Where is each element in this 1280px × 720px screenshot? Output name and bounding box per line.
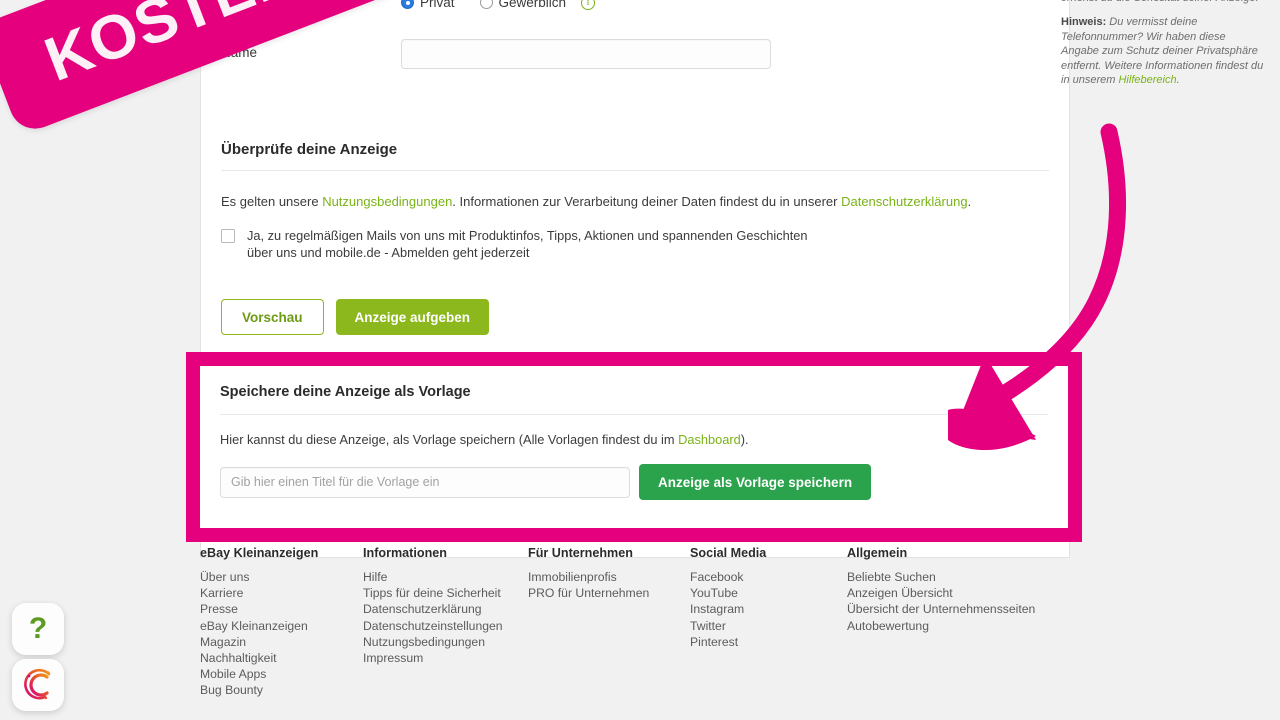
save-template-desc-prefix: Hier kannst du diese Anzeige, als Vorlag… [220,432,679,447]
footer-link[interactable]: Datenschutzerklärung [363,601,528,617]
footer-link[interactable]: YouTube [690,585,847,601]
footer-link[interactable]: eBay Kleinanzeigen [200,618,363,634]
footer-link[interactable]: Hilfe [363,569,528,585]
radio-option-privat[interactable]: Privat [401,0,455,10]
save-template-highlight-box: Speichere deine Anzeige als Vorlage Hier… [186,352,1082,542]
footer-column-4: Allgemein Beliebte Suchen Anzeigen Übers… [847,546,1035,699]
footer-link[interactable]: Impressum [363,650,528,666]
dashboard-link[interactable]: Dashboard [678,432,741,447]
review-section-heading: Überprüfe deine Anzeige [221,141,398,158]
save-template-button[interactable]: Anzeige als Vorlage speichern [639,464,872,500]
footer-link[interactable]: Tipps für deine Sicherheit [363,585,528,601]
newsletter-checkbox[interactable] [221,229,235,243]
footer-link[interactable]: Datenschutzeinstellungen [363,618,528,634]
footer-column-2: Für Unternehmen Immobilienprofis PRO für… [528,546,690,699]
footer-link[interactable]: PRO für Unternehmen [528,585,690,601]
footer-column-0-title: eBay Kleinanzeigen [200,546,319,560]
footer-link[interactable]: Magazin [200,634,363,650]
footer-link[interactable]: Über uns [200,569,363,585]
newsletter-optin-row[interactable]: Ja, zu regelmäßigen Mails von uns mit Pr… [221,211,1049,261]
footer-link[interactable]: Karriere [200,585,363,601]
help-fab-button[interactable]: ? [12,603,64,655]
footer-column-4-title: Allgemein [847,546,908,560]
template-title-placeholder: Gib hier einen Titel für die Vorlage ein [231,475,440,489]
footer-link[interactable]: Mobile Apps [200,666,363,682]
preview-button[interactable]: Vorschau [221,299,324,335]
note-paragraph: Hinweis: Du vermisst deine Telefonnummer… [1061,15,1266,88]
provider-type-radio-group[interactable]: Privat Gewerblich i [401,0,596,10]
footer-link[interactable]: Facebook [690,569,847,585]
action-button-row: Vorschau Anzeige aufgeben [221,261,1049,335]
terms-text: Es gelten unsere Nutzungsbedingungen. In… [221,171,1049,211]
note-label: Hinweis: [1061,16,1107,28]
hint-column: Tipp: Gib deinen Namen an, damit erhöhst… [1061,0,1266,98]
footer-link[interactable]: Beliebte Suchen [847,569,1035,585]
info-circle-icon[interactable]: i [581,0,596,10]
terms-suffix: . [967,194,972,209]
radio-privat-label: Privat [420,0,455,10]
note-end: . [1176,74,1180,86]
newsletter-optin-line1: Ja, zu regelmäßigen Mails von uns mit Pr… [247,228,808,243]
footer-link[interactable]: Twitter [690,618,847,634]
name-row: Name [221,15,1049,69]
footer-link[interactable]: Bug Bounty [200,682,363,698]
save-template-panel: Speichere deine Anzeige als Vorlage Hier… [200,366,1068,528]
terms-of-use-link[interactable]: Nutzungsbedingungen [322,194,452,209]
newsletter-optin-label: Ja, zu regelmäßigen Mails von uns mit Pr… [247,227,808,261]
footer-link[interactable]: Pinterest [690,634,847,650]
save-template-form: Gib hier einen Titel für die Vorlage ein… [220,447,1048,500]
site-footer: eBay Kleinanzeigen Über uns Karriere Pre… [200,546,1100,699]
submit-ad-button[interactable]: Anzeige aufgeben [335,299,490,335]
footer-link[interactable]: Nachhaltigkeit [200,650,363,666]
swirl-logo-icon [24,668,51,700]
tip-paragraph: Tipp: Gib deinen Namen an, damit erhöhst… [1061,0,1266,5]
save-template-description: Hier kannst du diese Anzeige, als Vorlag… [220,415,1048,447]
footer-column-3-title: Social Media [690,546,767,560]
radio-gewerblich-label: Gewerblich [498,0,567,10]
radio-gewerblich-icon[interactable] [479,0,493,9]
radio-privat-icon[interactable] [401,0,414,9]
assistant-fab-button[interactable] [12,659,64,711]
template-title-input[interactable]: Gib hier einen Titel für die Vorlage ein [220,466,630,498]
save-template-heading: Speichere deine Anzeige als Vorlage [220,384,471,400]
footer-link[interactable]: Autobewertung [847,618,1035,634]
footer-link[interactable]: Instagram [690,601,847,617]
footer-link[interactable]: Anzeigen Übersicht [847,585,1035,601]
footer-column-2-title: Für Unternehmen [528,546,633,560]
privacy-policy-link[interactable]: Datenschutzerklärung [841,194,967,209]
footer-column-0: eBay Kleinanzeigen Über uns Karriere Pre… [200,546,363,699]
footer-link[interactable]: Immobilienprofis [528,569,690,585]
footer-column-3: Social Media Facebook YouTube Instagram … [690,546,847,699]
footer-link[interactable]: Presse [200,601,363,617]
help-center-link[interactable]: Hilfebereich [1118,74,1176,86]
footer-link[interactable]: Nutzungsbedingungen [363,634,528,650]
tip-text: Gib deinen Namen an, damit erhöhst du di… [1061,0,1259,4]
radio-option-gewerblich[interactable]: Gewerblich [479,0,567,10]
name-input[interactable] [401,39,771,69]
footer-column-1-title: Informationen [363,546,447,560]
terms-prefix: Es gelten unsere [221,194,323,209]
footer-link[interactable]: Übersicht der Unternehmensseiten [847,601,1035,617]
question-mark-icon: ? [28,612,48,645]
newsletter-optin-line2: über uns und mobile.de - Abmelden geht j… [247,245,530,260]
terms-middle: . Informationen zur Verarbeitung deiner … [452,194,842,209]
footer-column-1: Informationen Hilfe Tipps für deine Sich… [363,546,528,699]
save-template-desc-suffix: ). [740,432,749,447]
